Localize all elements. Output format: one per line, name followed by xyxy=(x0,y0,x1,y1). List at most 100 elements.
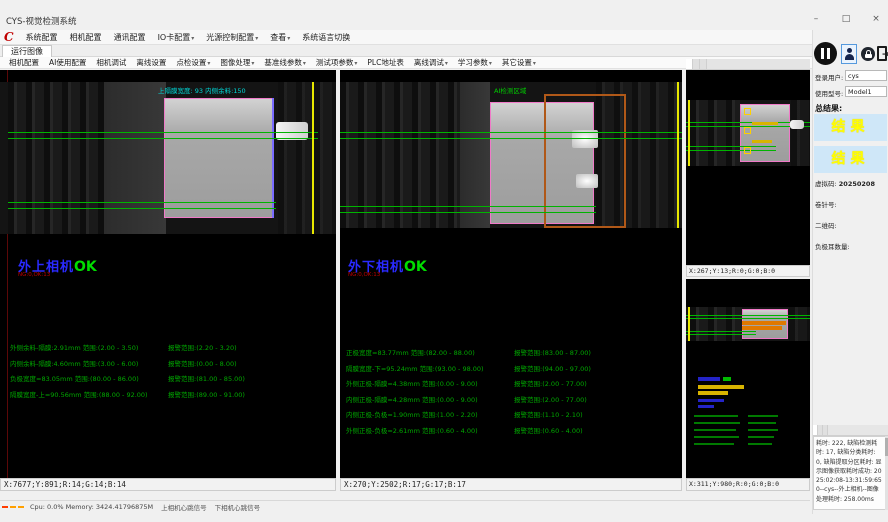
chevron-down-icon: ▾ xyxy=(251,60,254,67)
sidebar-field: 卷针号: xyxy=(815,199,875,209)
camera-view-lower[interactable]: AI检测区域 外下相机OK NG:0,OK:13 正极宽度=83.77mm 范围… xyxy=(340,70,682,478)
chevron-down-icon: ▾ xyxy=(303,60,306,67)
tab-run-image[interactable]: 运行图像 xyxy=(2,45,52,57)
camera-view-upper[interactable]: 上隔膜宽度: 93 内侧余料:150 外上相机OK NG:0,OK:13 外侧余… xyxy=(0,70,336,478)
right-panel-tab[interactable] xyxy=(686,59,693,69)
menu-item[interactable]: 光源控制配置▾ xyxy=(200,32,264,43)
toolbar-item[interactable]: 离线调试▾ xyxy=(409,57,453,68)
login-user-value[interactable]: cys xyxy=(845,70,887,81)
measurement-row: 外侧正极-隔膜=4.38mm 范围:(0.00 - 9.00)报警范围:(2.0… xyxy=(346,378,591,388)
cpu-memory-label: Cpu: 0.0% Memory: 3424.41796875M xyxy=(30,503,153,511)
login-user-label: 登录用户: xyxy=(815,72,843,82)
menu-item[interactable]: 通讯配置▾ xyxy=(108,32,152,43)
measurement-row: 外侧正极-负极=2.61mm 范围:(0.60 - 4.00)报警范围:(0.6… xyxy=(346,425,591,435)
exit-arrow-icon: → xyxy=(882,50,888,60)
status-badge xyxy=(2,506,8,508)
toolbar-item[interactable]: 图像处理▾ xyxy=(215,57,259,68)
status-extra-items: 上相机心跳信号下相机心跳信号 xyxy=(153,502,260,512)
sidebar-field: 二维码: xyxy=(815,220,875,230)
statusbar-camera-lower: X:270;Y:2502;R:17;G:17;B:17 xyxy=(340,478,682,491)
lock-button[interactable] xyxy=(861,47,875,61)
right-panel-tabs xyxy=(686,59,810,70)
heartbeat-status-label: 上相机心跳信号 xyxy=(161,502,207,512)
measurement-row: 负极宽度=83.05mm 范围:(80.00 - 86.00)报警范围:(81.… xyxy=(10,373,245,383)
user-button[interactable] xyxy=(841,44,857,64)
model-label: 使用型号: xyxy=(815,88,843,98)
app-window: CYS-视觉检测系统 – □ × C 系统配置▾相机配置▾通讯配置▾IO卡配置▾… xyxy=(0,0,888,522)
measurement-row: 外侧余料-隔膜:2.91mm 范围:(2.00 - 3.50)报警范围:(2.2… xyxy=(10,342,245,352)
toolbar-item[interactable]: 相机调试▾ xyxy=(91,57,131,68)
maximize-button[interactable]: □ xyxy=(838,13,854,26)
toolbar-item[interactable]: 其它设置▾ xyxy=(497,57,541,68)
chevron-down-icon: ▾ xyxy=(287,35,290,42)
result-ok-label: OK xyxy=(404,259,427,275)
menu-item[interactable]: 系统配置▾ xyxy=(20,32,64,43)
camera-image-lower: AI检测区域 xyxy=(340,82,682,228)
separator-film-region xyxy=(164,98,274,218)
titlebar: CYS-视觉检测系统 – □ × xyxy=(0,0,888,30)
menu-item[interactable]: IO卡配置▾ xyxy=(152,32,201,43)
toolbar-item[interactable]: AI使用配置▾ xyxy=(44,57,91,68)
measurement-row: 隔膜宽度-下=95.24mm 范围:(93.00 - 98.00)报警范围:(9… xyxy=(346,363,591,373)
menu-item[interactable]: 系统语言切换▾ xyxy=(296,32,356,43)
edge-marker-line xyxy=(312,82,314,234)
toolbar-item[interactable]: 学习参数▾ xyxy=(453,57,497,68)
menu-item[interactable]: 相机配置▾ xyxy=(64,32,108,43)
ng-counter-label: NG:0,OK:13 xyxy=(18,272,50,278)
chevron-down-icon: ▾ xyxy=(191,35,194,42)
chevron-down-icon: ▾ xyxy=(255,35,258,42)
mini-title-bar xyxy=(698,377,720,381)
result-box-1: 结果 xyxy=(814,114,887,141)
statusbar-thumbnail-2: X:311;Y:980;R:0;G:0;B:0 xyxy=(686,478,810,491)
chevron-down-icon: ▾ xyxy=(445,60,448,67)
pause-button[interactable] xyxy=(814,42,837,65)
chevron-down-icon: ▾ xyxy=(354,60,357,67)
toolbar-item[interactable]: 测试项参数▾ xyxy=(311,57,363,68)
status-badges xyxy=(2,506,26,508)
chevron-down-icon: ▾ xyxy=(207,60,210,67)
app-status-bar: Cpu: 0.0% Memory: 3424.41796875M 上相机心跳信号… xyxy=(0,500,810,513)
toolbar-item[interactable]: PLC地址表▾ xyxy=(362,57,408,68)
measurement-row: 正极宽度=83.77mm 范围:(82.00 - 88.00)报警范围:(83.… xyxy=(346,347,591,357)
run-log-text: 耗时: 222, 缺陷检测耗时: 17, 缺陷分类耗时: 0, 缺陷提取分区耗时… xyxy=(813,436,886,510)
image-annotation: 上隔膜宽度: 93 内侧余料:150 xyxy=(158,85,246,95)
right-panel-tab[interactable] xyxy=(693,59,700,69)
sidebar-fields: 虚拟码: 20250208 卷针号: 二维码: 负极耳数量: xyxy=(815,178,875,262)
camera-image-upper: 上隔膜宽度: 93 内侧余料:150 xyxy=(0,82,336,234)
measurement-row: 内侧余料-隔膜:4.60mm 范围:(3.00 - 6.00)报警范围:(0.0… xyxy=(10,358,245,368)
minimize-button[interactable]: – xyxy=(808,13,824,26)
toolbar-item[interactable]: 基准线参数▾ xyxy=(259,57,311,68)
menu-bar: C 系统配置▾相机配置▾通讯配置▾IO卡配置▾光源控制配置▾查看▾系统语言切换▾ xyxy=(0,30,812,45)
total-result-label: 总结果: xyxy=(815,103,842,114)
ng-counter-label: NG:0,OK:13 xyxy=(348,272,380,278)
heartbeat-status-label: 下相机心跳信号 xyxy=(215,502,261,512)
measurement-rows: 正极宽度=83.77mm 范围:(82.00 - 88.00)报警范围:(83.… xyxy=(346,347,591,440)
toolbar-items: 相机配置▾AI使用配置▾相机调试▾离线设置▾点检设置▾图像处理▾基准线参数▾测试… xyxy=(4,57,541,68)
chevron-down-icon: ▾ xyxy=(489,60,492,67)
toolbar-item[interactable]: 点检设置▾ xyxy=(171,57,215,68)
model-value[interactable]: Model1 xyxy=(845,86,887,97)
logout-button[interactable]: → xyxy=(876,45,888,63)
sidebar-field: 虚拟码: 20250208 xyxy=(815,178,875,188)
thumbnail-view-2[interactable] xyxy=(686,279,810,478)
right-panel-tab[interactable] xyxy=(700,59,707,69)
measurement-row: 内侧正极-负极=1.90mm 范围:(1.00 - 2.20)报警范围:(1.1… xyxy=(346,409,591,419)
toolbar-item[interactable]: 离线设置▾ xyxy=(131,57,171,68)
status-badge xyxy=(18,506,24,508)
menu-items: 系统配置▾相机配置▾通讯配置▾IO卡配置▾光源控制配置▾查看▾系统语言切换▾ xyxy=(20,32,357,43)
chevron-down-icon: ▾ xyxy=(533,60,536,67)
app-logo-icon: C xyxy=(4,30,14,44)
info-panel-tabs xyxy=(813,425,888,436)
statusbar-camera-upper: X:7677;Y:891;R:14;G:14;B:14 xyxy=(0,478,336,491)
mini-ok-mark xyxy=(723,377,731,381)
view-tab-row: 运行图像 xyxy=(0,45,812,57)
close-button[interactable]: × xyxy=(868,13,884,26)
menu-item[interactable]: 查看▾ xyxy=(264,32,296,43)
info-panel-tab[interactable] xyxy=(823,425,828,435)
status-badge xyxy=(10,506,16,508)
measurement-row: 内侧正极-隔膜=4.28mm 范围:(0.00 - 9.00)报警范围:(2.0… xyxy=(346,394,591,404)
thumbnail-view-1[interactable] xyxy=(686,70,810,265)
toolbar-item[interactable]: 相机配置▾ xyxy=(4,57,44,68)
sidebar-field: 负极耳数量: xyxy=(815,241,875,251)
measurement-rows: 外侧余料-隔膜:2.91mm 范围:(2.00 - 3.50)报警范围:(2.2… xyxy=(10,342,245,404)
